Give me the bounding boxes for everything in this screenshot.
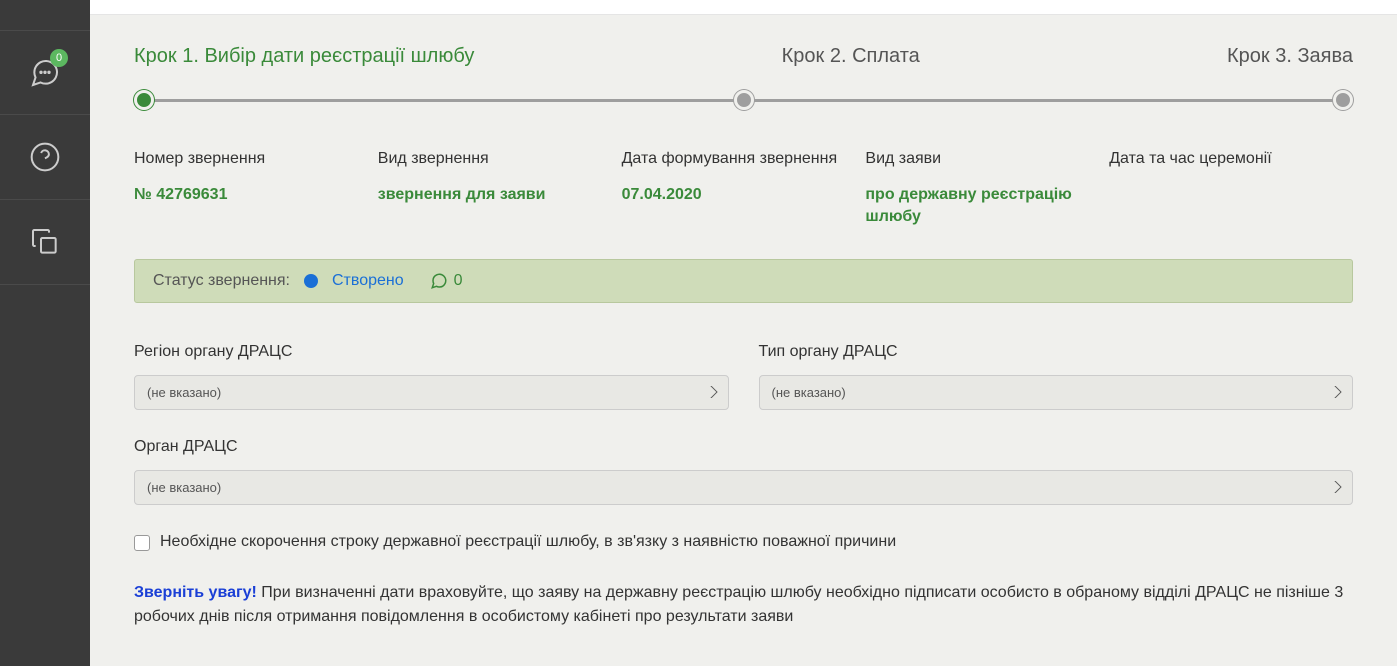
status-bar: Статус звернення: Створено 0 [134, 259, 1353, 303]
help-icon [29, 141, 61, 173]
step-3-dot[interactable] [1333, 90, 1353, 110]
comments-count: 0 [454, 272, 463, 290]
application-type-label: Вид заяви [865, 150, 1089, 168]
step-1-dot[interactable] [134, 90, 154, 110]
comments-button[interactable]: 0 [430, 272, 463, 290]
step-3-label: Крок 3. Заява [1227, 45, 1353, 68]
request-number-label: Номер звернення [134, 150, 358, 168]
organ-select[interactable]: (не вказано) [134, 470, 1353, 505]
sidebar-chat[interactable]: 0 [0, 30, 90, 115]
request-type-value: звернення для заяви [378, 184, 602, 206]
organ-label: Орган ДРАЦС [134, 438, 1353, 456]
sidebar-docs[interactable] [0, 200, 90, 285]
request-type-label: Вид звернення [378, 150, 602, 168]
request-date-label: Дата формування звернення [622, 150, 846, 168]
notice-body: При визначенні дати враховуйте, що заяву… [134, 584, 1343, 625]
status-label: Статус звернення: [153, 272, 290, 290]
step-1-label: Крок 1. Вибір дати реєстрації шлюбу [134, 45, 474, 68]
region-select[interactable]: (не вказано) [134, 375, 729, 410]
notice-text: Зверніть увагу! При визначенні дати врах… [134, 581, 1353, 629]
shorten-term-checkbox[interactable] [134, 535, 150, 551]
top-bar [90, 0, 1397, 15]
ceremony-datetime-label: Дата та час церемонії [1109, 150, 1333, 168]
notice-strong: Зверніть увагу! [134, 584, 257, 601]
copy-icon [29, 226, 61, 258]
main-content: Крок 1. Вибір дати реєстрації шлюбу Крок… [90, 0, 1397, 666]
shorten-term-label: Необхідне скорочення строку державної ре… [160, 533, 896, 551]
organ-select-value: (не вказано) [147, 480, 221, 495]
comment-icon [430, 272, 448, 290]
status-dot-icon [304, 274, 318, 288]
info-row: Номер звернення № 42769631 Вид звернення… [134, 150, 1353, 229]
chat-badge: 0 [50, 49, 68, 67]
request-date-value: 07.04.2020 [622, 184, 846, 206]
organ-type-label: Тип органу ДРАЦС [759, 343, 1354, 361]
region-label: Регіон органу ДРАЦС [134, 343, 729, 361]
request-number-value: № 42769631 [134, 184, 358, 206]
region-select-value: (не вказано) [147, 385, 221, 400]
application-type-value: про державну реєстрацію шлюбу [865, 184, 1089, 229]
organ-type-select[interactable]: (не вказано) [759, 375, 1354, 410]
step-2-label: Крок 2. Сплата [782, 45, 920, 68]
status-text: Створено [332, 272, 404, 290]
sidebar: 0 [0, 0, 90, 666]
stepper: Крок 1. Вибір дати реєстрації шлюбу Крок… [134, 45, 1353, 110]
organ-type-select-value: (не вказано) [772, 385, 846, 400]
step-2-dot[interactable] [734, 90, 754, 110]
sidebar-help[interactable] [0, 115, 90, 200]
